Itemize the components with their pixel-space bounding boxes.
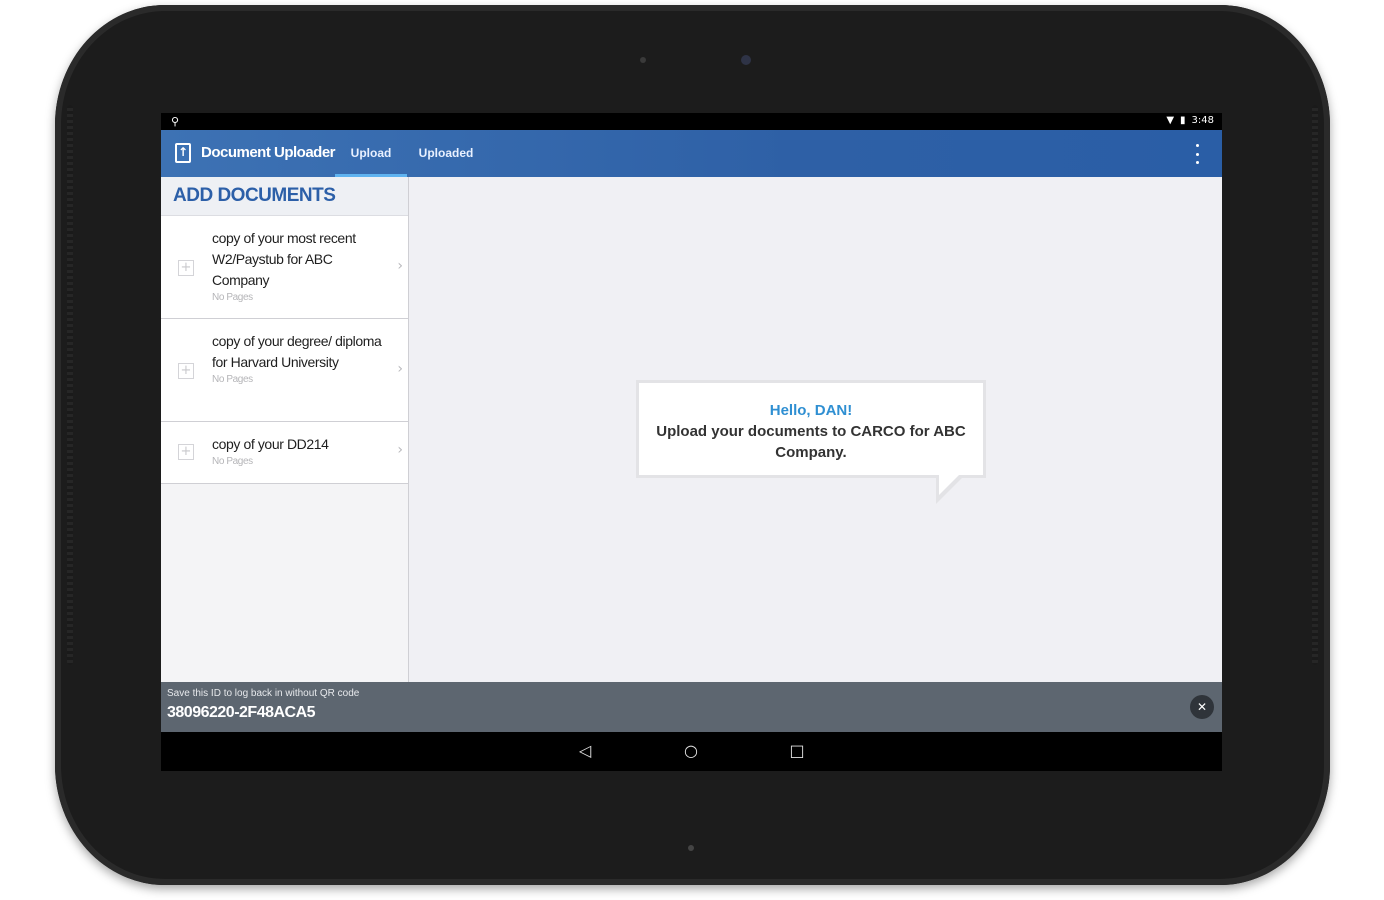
- sidebar-header: ADD DOCUMENTS: [161, 177, 408, 216]
- document-item-pages: No Pages: [212, 374, 253, 385]
- document-item-diploma[interactable]: + copy of your degree/ diploma for Harva…: [161, 319, 408, 422]
- bottom-sensor: [688, 845, 694, 851]
- document-sidebar: ADD DOCUMENTS + copy of your most recent…: [161, 177, 409, 682]
- session-id-value: 38096220-2F48ACA5: [167, 704, 316, 721]
- greeting-message: Upload your documents to CARCO for ABC C…: [656, 423, 966, 461]
- chevron-right-icon: ›: [397, 442, 403, 458]
- wifi-icon: ▼: [1166, 115, 1175, 126]
- add-icon: +: [178, 444, 194, 460]
- nav-home-icon[interactable]: ○: [681, 741, 701, 761]
- chevron-right-icon: ›: [397, 258, 403, 274]
- add-icon: +: [178, 260, 194, 276]
- speaker-grill-left: [67, 105, 73, 665]
- app-title: Document Uploader: [201, 144, 336, 161]
- document-item-w2[interactable]: + copy of your most recent W2/Paystub fo…: [161, 216, 408, 319]
- app-bar: ↑ Document Uploader Upload Uploaded: [161, 130, 1222, 177]
- nav-back-icon[interactable]: ◁: [575, 741, 595, 761]
- nav-recents-icon[interactable]: □: [787, 741, 807, 761]
- session-id-bar: Save this ID to log back in without QR c…: [161, 682, 1222, 732]
- location-pin-icon: ⚲: [171, 115, 180, 128]
- tab-upload[interactable]: Upload: [335, 130, 407, 177]
- document-item-label: copy of your DD214: [212, 436, 329, 452]
- document-item-pages: No Pages: [212, 456, 253, 467]
- session-id-label: Save this ID to log back in without QR c…: [167, 688, 360, 699]
- greeting-text: Hello, DAN!: [769, 402, 853, 419]
- status-right: ▼ ▮ 3:48: [1166, 115, 1214, 126]
- system-nav-bar: ◁ ○ □: [161, 732, 1222, 771]
- add-icon: +: [178, 363, 194, 379]
- battery-icon: ▮: [1180, 115, 1186, 126]
- device-screen: ⚲ ▼ ▮ 3:48 ↑ Document Uploader Upload Up…: [161, 113, 1222, 771]
- document-item-pages: No Pages: [212, 292, 253, 303]
- sensor-dot: [640, 57, 646, 63]
- chevron-right-icon: ›: [397, 361, 403, 377]
- speaker-grill-right: [1312, 105, 1318, 665]
- document-item-label: copy of your degree/ diploma for Harvard…: [212, 333, 382, 370]
- close-icon[interactable]: ✕: [1190, 695, 1214, 719]
- status-bar: ⚲ ▼ ▮ 3:48: [161, 113, 1222, 130]
- main-panel: Hello, DAN! Upload your documents to CAR…: [409, 177, 1222, 682]
- content-area: ADD DOCUMENTS + copy of your most recent…: [161, 177, 1222, 682]
- tab-uploaded[interactable]: Uploaded: [411, 130, 481, 177]
- bubble-tail-inner: [939, 475, 959, 495]
- overflow-menu-icon[interactable]: [1196, 144, 1200, 164]
- status-time: 3:48: [1191, 115, 1214, 126]
- upload-document-icon: ↑: [175, 143, 191, 163]
- front-camera: [741, 55, 751, 65]
- document-item-label: copy of your most recent W2/Paystub for …: [212, 230, 356, 288]
- document-item-dd214[interactable]: + copy of your DD214 No Pages ›: [161, 422, 408, 484]
- greeting-bubble: Hello, DAN! Upload your documents to CAR…: [636, 380, 986, 504]
